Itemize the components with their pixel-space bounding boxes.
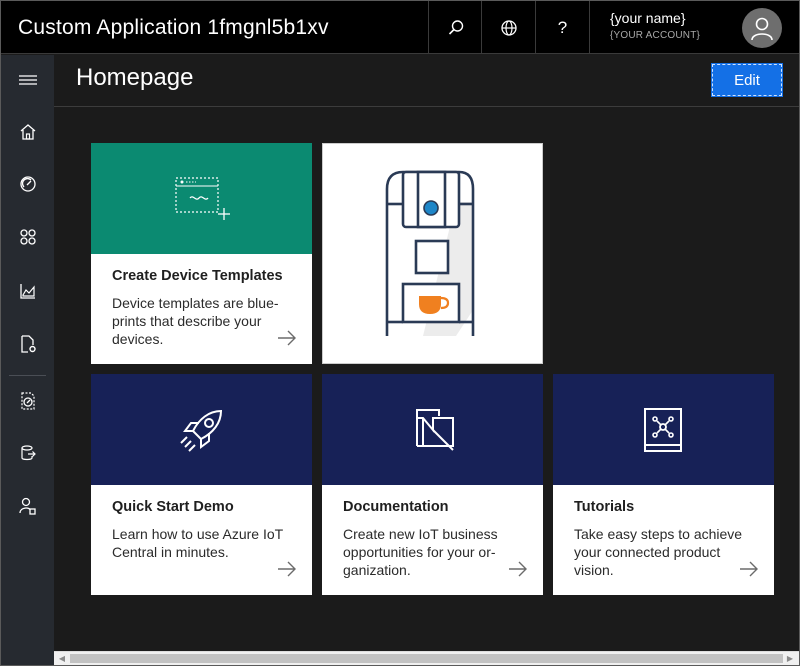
tile-documentation[interactable]: Documentation Create new IoT business op… — [322, 374, 543, 595]
arrow-right-icon[interactable] — [739, 561, 759, 577]
nav-item-administration[interactable] — [1, 486, 54, 526]
tile-title: Tutorials — [574, 499, 635, 515]
avatar[interactable] — [742, 8, 782, 48]
scroll-right-icon[interactable]: ▶ — [785, 654, 795, 664]
header-divider — [54, 106, 799, 107]
home-icon — [20, 124, 35, 140]
page-title: Homepage — [76, 64, 194, 91]
jobs-icon — [20, 392, 35, 410]
top-bar: Custom Application 1fmgnl5b1xv ? {your n… — [1, 1, 799, 54]
nav-item-data-export[interactable] — [1, 433, 54, 473]
tile-title: Quick Start Demo — [112, 499, 234, 515]
book-network-icon — [643, 407, 682, 452]
scroll-left-icon[interactable]: ◀ — [57, 654, 67, 664]
account-menu[interactable]: {your name} {YOUR ACCOUNT} — [589, 1, 799, 54]
tile-quick-start-demo[interactable]: Quick Start Demo Learn how to use Azure … — [91, 374, 312, 595]
left-nav — [1, 55, 54, 665]
analytics-icon — [19, 284, 35, 299]
tile-header — [91, 143, 312, 254]
data-export-icon — [20, 445, 36, 461]
device-sets-icon — [19, 229, 36, 245]
tile-description: Device templates are blue-prints that de… — [112, 295, 279, 347]
nav-item-device-templates[interactable] — [1, 324, 54, 364]
nav-item-device-sets[interactable] — [1, 217, 54, 257]
tile-header — [553, 374, 774, 485]
menu-icon — [18, 75, 37, 85]
nav-item-jobs[interactable] — [1, 381, 54, 421]
tile-title: Create Device Templates — [112, 268, 283, 284]
tile-header — [91, 374, 312, 485]
nav-item-home[interactable] — [1, 112, 54, 152]
rocket-icon — [179, 409, 222, 452]
account-name: {your name} — [610, 10, 686, 26]
tile-title: Documentation — [343, 499, 449, 515]
device-templates-icon — [20, 335, 36, 353]
app-title: Custom Application 1fmgnl5b1xv — [18, 16, 329, 39]
administration-icon — [18, 497, 36, 515]
tile-description: Take easy steps to achieve your connecte… — [574, 526, 743, 578]
dashboard-icon — [19, 176, 36, 192]
tile-header — [322, 374, 543, 485]
arrow-right-icon[interactable] — [277, 561, 297, 577]
nav-separator — [9, 375, 46, 376]
nav-menu-toggle[interactable] — [1, 60, 54, 100]
template-icon — [174, 176, 230, 220]
account-subtitle: {YOUR ACCOUNT} — [610, 30, 701, 41]
search-icon — [448, 19, 463, 35]
arrow-right-icon[interactable] — [277, 330, 297, 346]
help-button[interactable]: ? — [535, 1, 589, 54]
help-icon: ? — [557, 17, 568, 37]
search-button[interactable] — [428, 1, 482, 54]
tile-device-image[interactable] — [322, 143, 543, 364]
nav-item-analytics[interactable] — [1, 271, 54, 311]
nav-item-dashboard[interactable] — [1, 164, 54, 204]
folder-icon — [415, 408, 454, 451]
scrollbar-thumb[interactable] — [70, 654, 783, 663]
coffee-machine-image — [385, 170, 475, 336]
tile-create-device-templates[interactable]: Create Device Templates Device templates… — [91, 143, 312, 364]
tile-description: Create new IoT business opportunities fo… — [343, 526, 498, 578]
globe-icon — [500, 19, 517, 36]
language-button[interactable] — [481, 1, 535, 54]
app-window: Custom Application 1fmgnl5b1xv ? {your n… — [0, 0, 800, 666]
horizontal-scrollbar[interactable]: ◀ ▶ — [54, 651, 799, 665]
arrow-right-icon[interactable] — [508, 561, 528, 577]
tile-description: Learn how to use Azure IoT Central in mi… — [112, 526, 283, 560]
person-icon — [751, 17, 773, 41]
tile-tutorials[interactable]: Tutorials Take easy steps to achieve you… — [553, 374, 774, 595]
edit-button[interactable]: Edit — [711, 63, 783, 97]
